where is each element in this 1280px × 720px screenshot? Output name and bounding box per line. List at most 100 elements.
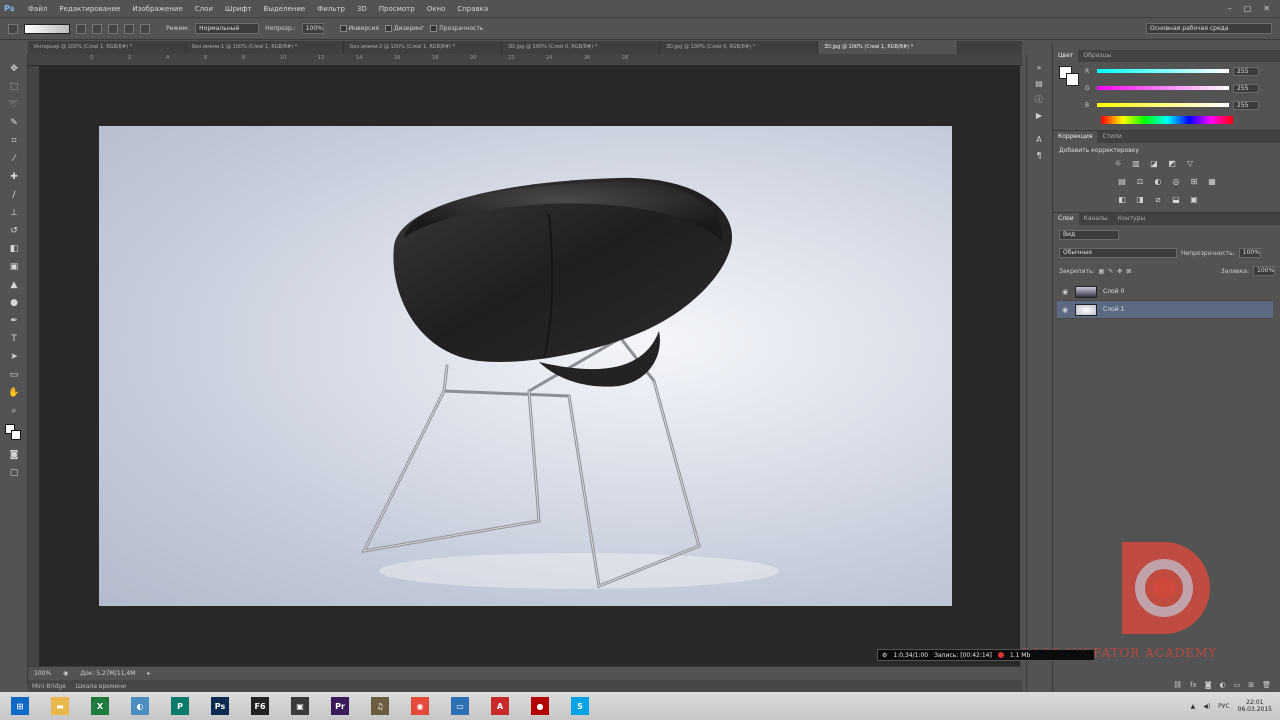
vibrance-icon[interactable]: ▽ — [1185, 159, 1195, 169]
f6-app-icon[interactable]: F6 — [246, 695, 274, 717]
lasso-tool-icon[interactable]: ➰ — [7, 98, 21, 112]
exposure-icon[interactable]: ◩ — [1167, 159, 1177, 169]
lock-all-icon[interactable]: ⊠ — [1126, 268, 1131, 275]
workspace-select[interactable]: Основная рабочая среда — [1146, 23, 1272, 34]
menu-3d[interactable]: 3D — [351, 5, 373, 13]
curves-icon[interactable]: ◪ — [1149, 159, 1159, 169]
pen-tool-icon[interactable]: ✒ — [7, 314, 21, 328]
opacity-input[interactable]: 100% — [301, 23, 324, 34]
lock-move-icon[interactable]: ✥ — [1117, 268, 1122, 275]
transparency-checkbox-box[interactable] — [430, 25, 438, 32]
link-layers-icon[interactable]: ⛓ — [1173, 681, 1182, 689]
selective-color-icon[interactable]: ▣ — [1189, 195, 1199, 205]
menu-image[interactable]: Изображение — [126, 5, 188, 13]
slider-red[interactable]: R 255 — [1085, 66, 1275, 76]
move-tool-icon[interactable]: ✥ — [7, 62, 21, 76]
collapse-arrows-icon[interactable]: » — [1033, 62, 1045, 74]
layer-row-0[interactable]: ◉ Слой 0 — [1057, 283, 1273, 301]
recorder-settings-icon[interactable]: ⚙ — [882, 652, 887, 659]
black-white-icon[interactable]: ◐ — [1153, 177, 1163, 187]
levels-icon[interactable]: ▥ — [1131, 159, 1141, 169]
file-explorer-icon[interactable]: ▬ — [46, 695, 74, 717]
windows-start-icon[interactable]: ⊞ — [6, 695, 34, 717]
slider-blue[interactable]: B 255 — [1085, 100, 1275, 110]
tab-swatches[interactable]: Образцы — [1078, 50, 1116, 62]
layer-style-icon[interactable]: fx — [1190, 681, 1197, 689]
reflected-gradient-button[interactable] — [124, 23, 134, 34]
photoshop-icon[interactable]: Ps — [206, 695, 234, 717]
threshold-icon[interactable]: ⧄ — [1153, 195, 1163, 205]
color-spectrum[interactable] — [1101, 116, 1233, 124]
close-button[interactable]: ✕ — [1263, 4, 1270, 13]
mode-select[interactable]: Нормальный — [195, 23, 260, 34]
crop-tool-icon[interactable]: ⌗ — [7, 134, 21, 148]
shape-tool-icon[interactable]: ▭ — [7, 368, 21, 382]
menu-file[interactable]: Файл — [22, 5, 53, 13]
healing-brush-tool-icon[interactable]: ✚ — [7, 170, 21, 184]
inverse-checkbox-box[interactable] — [339, 25, 347, 32]
zoom-tool-icon[interactable]: ⌕ — [7, 404, 21, 418]
tab-timeline[interactable]: Шкала времени — [76, 683, 126, 690]
slider-track-green[interactable] — [1097, 86, 1229, 90]
quick-mask-icon[interactable]: ◙ — [7, 448, 21, 462]
skype-icon[interactable]: S — [566, 695, 594, 717]
gradient-tool-icon[interactable]: ▣ — [7, 260, 21, 274]
record-dot-icon[interactable] — [997, 652, 1004, 658]
properties-panel-icon[interactable]: ⓘ — [1033, 94, 1045, 106]
tab-channels[interactable]: Каналы — [1079, 213, 1113, 225]
gradient-tool-icon[interactable] — [8, 23, 18, 34]
quick-select-tool-icon[interactable]: ✎ — [7, 116, 21, 130]
hue-saturation-icon[interactable]: ▤ — [1117, 177, 1127, 187]
slider-value-green[interactable]: 255 — [1233, 83, 1259, 93]
history-panel-icon[interactable]: ▤ — [1033, 78, 1045, 90]
angle-gradient-button[interactable] — [108, 23, 118, 34]
slider-value-blue[interactable]: 255 — [1233, 100, 1259, 110]
color-swatches-icon[interactable] — [5, 424, 21, 440]
dodge-tool-icon[interactable]: ● — [7, 296, 21, 310]
delete-layer-icon[interactable]: 🗑 — [1262, 681, 1271, 689]
tray-language[interactable]: РУС — [1218, 703, 1229, 710]
color-lookup-icon[interactable]: ▦ — [1207, 177, 1217, 187]
layer-row-1[interactable]: ◉ Слой 1 — [1057, 301, 1273, 319]
menu-help[interactable]: Справка — [451, 5, 494, 13]
gradient-map-icon[interactable]: ⬓ — [1171, 195, 1181, 205]
channel-mixer-icon[interactable]: ⊞ — [1189, 177, 1199, 187]
paragraph-panel-icon[interactable]: ¶ — [1033, 150, 1045, 162]
screen-mode-icon[interactable]: ▢ — [7, 466, 21, 480]
clock[interactable]: 22:01 06.03.2015 — [1238, 699, 1272, 713]
maximize-button[interactable]: □ — [1244, 4, 1252, 13]
hand-tool-icon[interactable]: ✋ — [7, 386, 21, 400]
tab-styles[interactable]: Стили — [1097, 131, 1126, 143]
tab-document-2[interactable]: Без имени-1 @ 100% (Слой 1, RGB/8#) * — [186, 41, 344, 54]
tab-document-4[interactable]: 3D.jpg @ 100% (Слой 0, RGB/8#) * — [502, 41, 660, 54]
zoom-level[interactable]: 100% — [34, 670, 51, 677]
dither-checkbox-box[interactable] — [384, 25, 392, 32]
slider-green[interactable]: G 255 — [1085, 83, 1275, 93]
layer-opacity-input[interactable]: 100% — [1238, 248, 1261, 258]
brightness-icon[interactable]: ☼ — [1113, 159, 1123, 169]
add-mask-icon[interactable]: ◙ — [1205, 681, 1212, 689]
dither-checkbox[interactable]: Дизеринг — [384, 25, 424, 32]
new-adjustment-icon[interactable]: ◐ — [1220, 681, 1226, 689]
marquee-tool-icon[interactable]: ⬚ — [7, 80, 21, 94]
media-manager-icon[interactable]: ♫ — [366, 695, 394, 717]
color-swatches[interactable] — [1059, 66, 1079, 86]
type-tool-icon[interactable]: T — [7, 332, 21, 346]
menu-edit[interactable]: Редактирование — [53, 5, 126, 13]
chrome-icon[interactable]: ◉ — [406, 695, 434, 717]
radial-gradient-button[interactable] — [92, 23, 102, 34]
lock-paint-icon[interactable]: ✎ — [1108, 268, 1113, 275]
remote-desktop-icon[interactable]: ▭ — [446, 695, 474, 717]
menu-layers[interactable]: Слои — [189, 5, 219, 13]
slider-value-red[interactable]: 255 — [1233, 66, 1259, 76]
premiere-icon[interactable]: Pr — [326, 695, 354, 717]
scanner-icon[interactable]: ▣ — [286, 695, 314, 717]
new-layer-icon[interactable]: ⊞ — [1248, 681, 1254, 689]
tab-document-1[interactable]: Интерьер @ 100% (Слой 1, RGB/8#) * — [28, 41, 186, 54]
tab-mini-bridge[interactable]: Mini Bridge — [32, 683, 66, 690]
invert-icon[interactable]: ◧ — [1117, 195, 1127, 205]
acrobat-icon[interactable]: A — [486, 695, 514, 717]
eraser-tool-icon[interactable]: ◧ — [7, 242, 21, 256]
transparency-checkbox[interactable]: Прозрачность — [430, 25, 483, 32]
info-icon[interactable]: ◉ — [63, 670, 68, 677]
